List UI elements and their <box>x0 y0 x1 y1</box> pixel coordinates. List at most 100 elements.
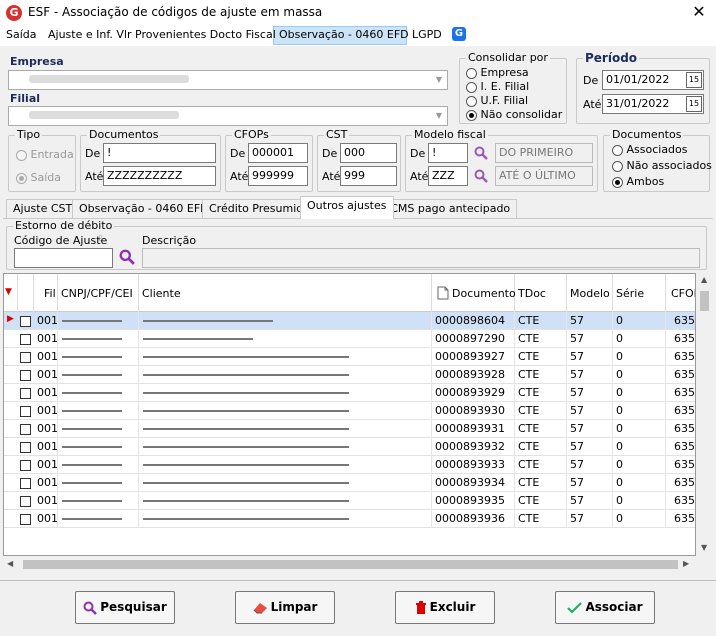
codigo-ajuste-input[interactable] <box>14 248 113 268</box>
consolidar-option-uf-filial[interactable]: U.F. Filial <box>466 94 528 107</box>
search-icon[interactable] <box>474 169 488 183</box>
documentos-de-input[interactable]: ! <box>103 143 216 163</box>
vertical-scrollbar[interactable]: ▲ ▼ <box>696 273 713 556</box>
radio-icon[interactable] <box>466 95 477 107</box>
consolidar-option-empresa[interactable]: Empresa <box>466 66 529 79</box>
cell-fil: 001 <box>34 456 58 474</box>
search-icon[interactable] <box>474 146 488 160</box>
radio-icon[interactable] <box>612 176 623 188</box>
radio-icon[interactable] <box>612 160 623 172</box>
row-checkbox[interactable] <box>20 388 31 399</box>
table-row[interactable]: 001 0000893933CTE5706352 <box>4 456 695 474</box>
scroll-down-icon[interactable]: ▼ <box>701 543 707 552</box>
empresa-select[interactable]: ▼ <box>8 70 448 90</box>
cell-cnpj-redacted <box>58 384 139 402</box>
table-row[interactable]: ▶ 001 0000898604CTE5706352 <box>4 312 695 330</box>
row-checkbox[interactable] <box>20 334 31 345</box>
cell-tdoc: CTE <box>515 402 567 420</box>
table-row[interactable]: 001 0000893929CTE5706352 <box>4 384 695 402</box>
cfops-de-input[interactable]: 000001 <box>248 143 308 163</box>
header-serie[interactable]: Série <box>613 274 666 312</box>
cell-cliente-redacted <box>139 384 432 402</box>
table-row[interactable]: 001 0000897290CTE5706352 <box>4 330 695 348</box>
menu-saida[interactable]: Saída <box>6 28 37 41</box>
cell-cnpj-redacted <box>58 420 139 438</box>
excluir-button[interactable]: Excluir <box>395 591 495 624</box>
filial-select[interactable]: ▼ <box>8 106 448 126</box>
radio-icon[interactable] <box>466 109 477 121</box>
scroll-thumb-horizontal[interactable] <box>23 560 678 569</box>
option-label: Empresa <box>480 66 529 79</box>
calendar-icon[interactable]: 15 <box>686 96 702 112</box>
modelo-de-input[interactable]: ! <box>428 143 468 163</box>
cell-cfop: 6352 <box>666 384 695 402</box>
row-checkbox[interactable] <box>20 316 31 327</box>
header-cfop[interactable]: CFOP <box>666 274 695 312</box>
cell-cliente-redacted <box>139 492 432 510</box>
row-checkbox[interactable] <box>20 424 31 435</box>
g-help-icon[interactable]: G <box>452 27 466 41</box>
row-checkbox[interactable] <box>20 406 31 417</box>
docs-option-nao-associados[interactable]: Não associados <box>612 159 712 172</box>
header-tdoc[interactable]: TDoc <box>515 274 567 312</box>
row-checkbox[interactable] <box>20 514 31 525</box>
tab-outros-ajustes[interactable]: Outros ajustes <box>300 196 394 219</box>
cell-serie: 0 <box>613 492 666 510</box>
table-row[interactable]: 001 0000893928CTE5706352 <box>4 366 695 384</box>
option-label: Ambos <box>626 175 665 188</box>
header-cnpj[interactable]: CNPJ/CPF/CEI <box>58 274 139 312</box>
row-checkbox[interactable] <box>20 496 31 507</box>
consolidar-option-nao-consolidar[interactable]: Não consolidar <box>466 108 562 121</box>
scroll-left-icon[interactable]: ◀ <box>7 559 13 568</box>
tab-ajuste-cst[interactable]: Ajuste CST <box>6 199 80 218</box>
table-row[interactable]: 001 0000893930CTE5706352 <box>4 402 695 420</box>
documentos-ate-input[interactable]: ZZZZZZZZZZ <box>103 166 216 186</box>
close-icon[interactable]: ✕ <box>690 2 708 21</box>
cell-cnpj-redacted <box>58 456 139 474</box>
scroll-up-icon[interactable]: ▲ <box>701 275 707 284</box>
cell-serie: 0 <box>613 384 666 402</box>
cfops-ate-input[interactable]: 999999 <box>248 166 308 186</box>
docs-option-ambos[interactable]: Ambos <box>612 175 664 188</box>
documents-grid[interactable]: ▼ Fil CNPJ/CPF/CEI Cliente Documento TDo… <box>3 273 696 556</box>
menu-ajuste-inf[interactable]: Ajuste e Inf. Vlr Provenientes Docto Fis… <box>48 28 276 41</box>
cell-tdoc: CTE <box>515 420 567 438</box>
table-row[interactable]: 001 0000893931CTE5706352 <box>4 420 695 438</box>
tab-observacao[interactable]: Observação - 0460 EFD <box>72 199 216 218</box>
radio-icon[interactable] <box>612 144 623 156</box>
row-checkbox[interactable] <box>20 442 31 453</box>
limpar-button[interactable]: Limpar <box>235 591 335 624</box>
associar-button[interactable]: Associar <box>555 591 655 624</box>
docs-option-associados[interactable]: Associados <box>612 143 688 156</box>
menu-observacao[interactable]: Observação - 0460 EFD <box>279 28 409 41</box>
scroll-right-icon[interactable]: ▶ <box>683 559 689 568</box>
row-checkbox[interactable] <box>20 352 31 363</box>
tab-icms-pago-antecipado[interactable]: ICMS pago antecipado <box>380 199 518 218</box>
table-row[interactable]: 001 0000893935CTE5706352 <box>4 492 695 510</box>
table-row[interactable]: 001 0000893932CTE5706352 <box>4 438 695 456</box>
row-checkbox[interactable] <box>20 478 31 489</box>
pesquisar-button[interactable]: Pesquisar <box>75 591 175 624</box>
horizontal-scrollbar[interactable]: ◀ ▶ <box>3 556 696 573</box>
consolidar-option-ie-filial[interactable]: I. E. Filial <box>466 80 529 93</box>
radio-icon[interactable] <box>466 67 477 79</box>
row-checkbox[interactable] <box>20 460 31 471</box>
table-row[interactable]: 001 0000893936CTE5706352 <box>4 510 695 528</box>
modelo-ate-input[interactable]: ZZZ <box>428 166 468 186</box>
table-row[interactable]: 001 0000893934CTE5706352 <box>4 474 695 492</box>
cst-ate-input[interactable]: 999 <box>340 166 397 186</box>
header-fil[interactable]: Fil <box>34 274 58 312</box>
scroll-thumb[interactable] <box>700 291 709 311</box>
cst-ate-label: Até <box>322 170 341 183</box>
calendar-icon[interactable]: 15 <box>686 72 702 88</box>
header-modelo[interactable]: Modelo <box>567 274 613 312</box>
chevron-down-icon[interactable]: ▼ <box>431 107 447 125</box>
chevron-down-icon[interactable]: ▼ <box>431 71 447 89</box>
header-cliente[interactable]: Cliente <box>139 274 432 312</box>
cst-de-input[interactable]: 000 <box>340 143 397 163</box>
table-row[interactable]: 001 0000893927CTE5706352 <box>4 348 695 366</box>
row-checkbox[interactable] <box>20 370 31 381</box>
radio-icon[interactable] <box>466 81 477 93</box>
search-icon[interactable] <box>119 249 135 265</box>
menu-lgpd[interactable]: LGPD <box>412 28 442 41</box>
